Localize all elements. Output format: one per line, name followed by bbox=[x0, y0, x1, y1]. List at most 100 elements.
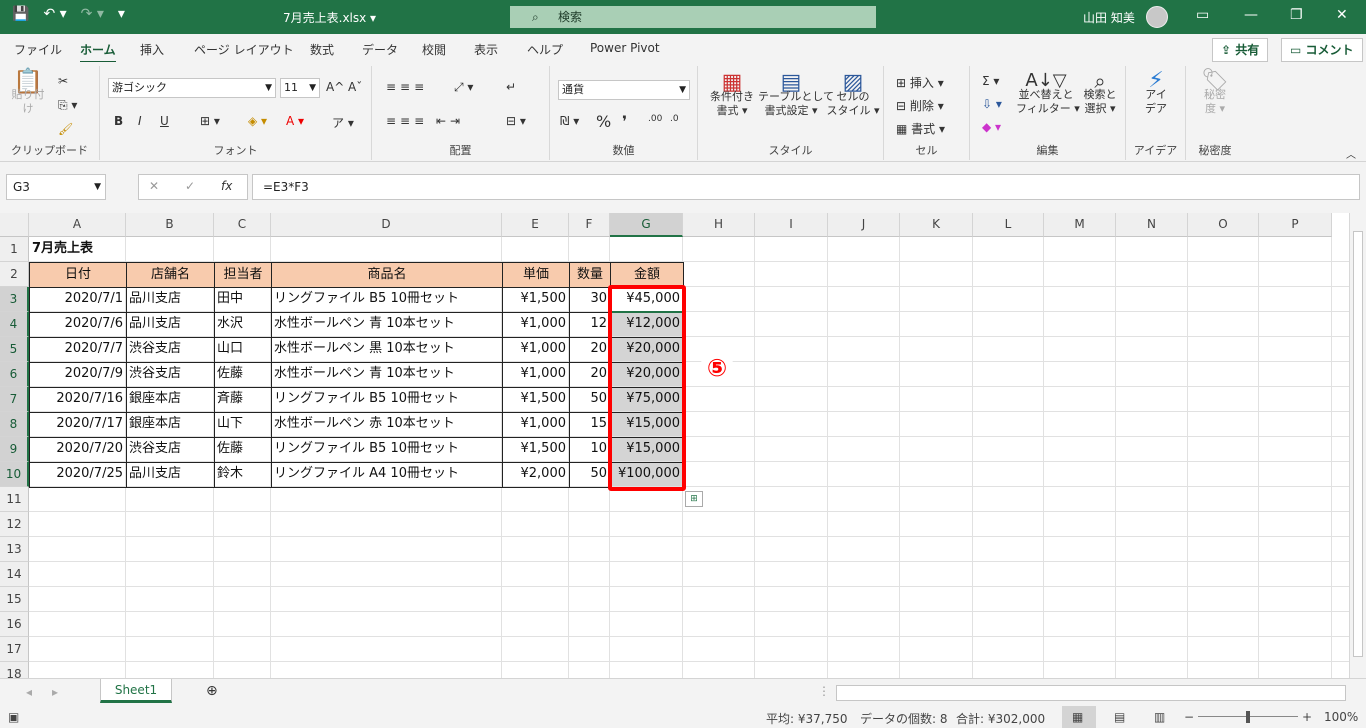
table-cell[interactable]: 10 bbox=[569, 437, 611, 463]
column-header-o[interactable]: O bbox=[1188, 213, 1259, 237]
table-cell[interactable]: 山口 bbox=[214, 337, 272, 363]
cancel-icon[interactable]: ✕ bbox=[149, 179, 159, 193]
ribbon-display-icon[interactable]: ▭ bbox=[1196, 7, 1209, 23]
tab-home[interactable]: ホーム bbox=[80, 41, 116, 64]
column-header-m[interactable]: M bbox=[1044, 213, 1116, 237]
close-button[interactable]: ✕ bbox=[1336, 7, 1348, 23]
sheet-tab-sheet1[interactable]: Sheet1 bbox=[100, 679, 172, 703]
table-cell[interactable]: リングファイル A4 10冊セット bbox=[271, 462, 503, 488]
row-header-15[interactable]: 15 bbox=[0, 587, 29, 612]
column-header-b[interactable]: B bbox=[126, 213, 214, 237]
next-sheet-icon[interactable]: ▸ bbox=[52, 685, 58, 699]
tab-help[interactable]: ヘルプ bbox=[527, 41, 563, 58]
vertical-align-icons[interactable]: ≡≡≡ bbox=[386, 80, 428, 94]
paste-button[interactable]: 📋 貼り付け bbox=[8, 69, 48, 116]
table-cell[interactable]: 12 bbox=[569, 312, 611, 338]
sort-filter-button[interactable]: A↓▽ 並べ替えと フィルター ▾ bbox=[1016, 72, 1080, 116]
copy-icon[interactable]: ⎘ ▾ bbox=[58, 98, 77, 113]
table-cell[interactable]: 水性ボールペン 黒 10本セット bbox=[271, 337, 503, 363]
number-format-combo[interactable]: 通貨 ▼ bbox=[558, 80, 690, 100]
table-cell[interactable]: 2020/7/7 bbox=[29, 337, 127, 363]
column-header-k[interactable]: K bbox=[900, 213, 973, 237]
minimize-button[interactable]: — bbox=[1244, 7, 1258, 23]
table-cell[interactable]: リングファイル B5 10冊セット bbox=[271, 387, 503, 413]
row-header-5[interactable]: 5 bbox=[0, 337, 29, 362]
tab-review[interactable]: 校閲 bbox=[422, 41, 446, 58]
table-cell[interactable]: 2020/7/16 bbox=[29, 387, 127, 413]
save-icon[interactable]: 💾 bbox=[12, 6, 29, 22]
table-cell[interactable]: 2020/7/20 bbox=[29, 437, 127, 463]
user-name[interactable]: 山田 知美 bbox=[1083, 9, 1135, 26]
row-header-7[interactable]: 7 bbox=[0, 387, 29, 412]
table-cell[interactable]: 佐藤 bbox=[214, 437, 272, 463]
table-cell[interactable]: 水沢 bbox=[214, 312, 272, 338]
table-cell[interactable]: 佐藤 bbox=[214, 362, 272, 388]
row-header-17[interactable]: 17 bbox=[0, 637, 29, 662]
autosum-icon[interactable]: Σ ▾ bbox=[982, 74, 999, 88]
column-header-d[interactable]: D bbox=[271, 213, 502, 237]
table-cell[interactable]: 水性ボールペン 青 10本セット bbox=[271, 312, 503, 338]
table-cell[interactable]: リングファイル B5 10冊セット bbox=[271, 437, 503, 463]
search-box[interactable]: ⌕ 検索 bbox=[510, 6, 876, 28]
column-header-a[interactable]: A bbox=[29, 213, 126, 237]
header-cell[interactable]: 店舗名 bbox=[126, 262, 215, 288]
bold-button[interactable]: B bbox=[114, 114, 123, 128]
table-cell[interactable]: 水性ボールペン 赤 10本セット bbox=[271, 412, 503, 438]
collapse-ribbon-icon[interactable]: ︿ bbox=[1346, 146, 1356, 161]
scroll-thumb[interactable] bbox=[1353, 231, 1363, 657]
increase-decimal-icon[interactable]: .00 bbox=[648, 114, 662, 124]
table-cell[interactable]: 20 bbox=[569, 362, 611, 388]
table-cell[interactable]: ¥1,500 bbox=[502, 387, 570, 413]
tab-power-pivot[interactable]: Power Pivot bbox=[590, 41, 660, 55]
column-header-n[interactable]: N bbox=[1116, 213, 1188, 237]
font-name-combo[interactable]: 游ゴシック ▼ bbox=[108, 78, 276, 98]
table-cell[interactable]: 斉藤 bbox=[214, 387, 272, 413]
restore-button[interactable]: ❐ bbox=[1290, 7, 1303, 23]
cut-icon[interactable]: ✂ bbox=[58, 74, 68, 88]
page-layout-view-icon[interactable]: ▤ bbox=[1114, 710, 1125, 724]
table-cell[interactable]: 50 bbox=[569, 387, 611, 413]
cell-styles-button[interactable]: ▨ セルの スタイル ▾ bbox=[826, 72, 880, 118]
border-icon[interactable]: ⊞ ▾ bbox=[200, 114, 220, 128]
row-header-12[interactable]: 12 bbox=[0, 512, 29, 537]
format-as-table-button[interactable]: ▤ テーブルとして 書式設定 ▾ bbox=[758, 72, 834, 118]
table-cell[interactable]: 田中 bbox=[214, 287, 272, 313]
horizontal-align-icons[interactable]: ≡≡≡ ⇤⇥ bbox=[386, 114, 464, 128]
name-box[interactable]: G3 ▼ bbox=[6, 174, 106, 200]
column-header-h[interactable]: H bbox=[683, 213, 755, 237]
table-cell[interactable]: リングファイル B5 10冊セット bbox=[271, 287, 503, 313]
insert-cells-button[interactable]: ⊞ 挿入 ▾ bbox=[896, 74, 944, 91]
percent-button[interactable]: % bbox=[596, 112, 611, 131]
zoom-level[interactable]: 100% bbox=[1324, 710, 1358, 724]
header-cell[interactable]: 数量 bbox=[569, 262, 611, 288]
undo-icon[interactable]: ↶ ▾ bbox=[43, 6, 66, 22]
wrap-text-icon[interactable]: ↵ bbox=[506, 80, 516, 94]
normal-view-icon[interactable]: ▦ bbox=[1072, 710, 1083, 724]
conditional-formatting-button[interactable]: ▦ 条件付き 書式 ▾ bbox=[706, 72, 758, 118]
table-cell[interactable]: 2020/7/1 bbox=[29, 287, 127, 313]
zoom-out-icon[interactable]: − bbox=[1184, 710, 1194, 724]
header-cell[interactable]: 商品名 bbox=[271, 262, 503, 288]
insert-function-icon[interactable]: fx bbox=[221, 179, 232, 193]
select-all-corner[interactable] bbox=[0, 213, 29, 237]
column-header-g[interactable]: G bbox=[610, 213, 683, 237]
customize-qat-icon[interactable]: ▾ bbox=[118, 6, 125, 22]
tab-file[interactable]: ファイル bbox=[14, 41, 62, 58]
row-header-3[interactable]: 3 bbox=[0, 287, 29, 312]
table-cell[interactable]: 渋谷支店 bbox=[126, 337, 215, 363]
horizontal-scrollbar[interactable] bbox=[836, 685, 1346, 701]
table-cell[interactable]: ¥1,000 bbox=[502, 312, 570, 338]
format-painter-icon[interactable]: 🖌 bbox=[58, 122, 73, 136]
column-header-i[interactable]: I bbox=[755, 213, 828, 237]
row-header-18[interactable]: 18 bbox=[0, 662, 29, 678]
table-cell[interactable]: 20 bbox=[569, 337, 611, 363]
delete-cells-button[interactable]: ⊟ 削除 ▾ bbox=[896, 97, 944, 114]
table-cell[interactable]: ¥1,500 bbox=[502, 287, 570, 313]
row-header-10[interactable]: 10 bbox=[0, 462, 29, 487]
share-button[interactable]: ⇪ 共有 bbox=[1212, 38, 1269, 62]
header-cell[interactable]: 単価 bbox=[502, 262, 570, 288]
table-cell[interactable]: 2020/7/25 bbox=[29, 462, 127, 488]
table-cell[interactable]: 品川支店 bbox=[126, 462, 215, 488]
tab-view[interactable]: 表示 bbox=[474, 41, 498, 58]
table-cell[interactable]: 15 bbox=[569, 412, 611, 438]
